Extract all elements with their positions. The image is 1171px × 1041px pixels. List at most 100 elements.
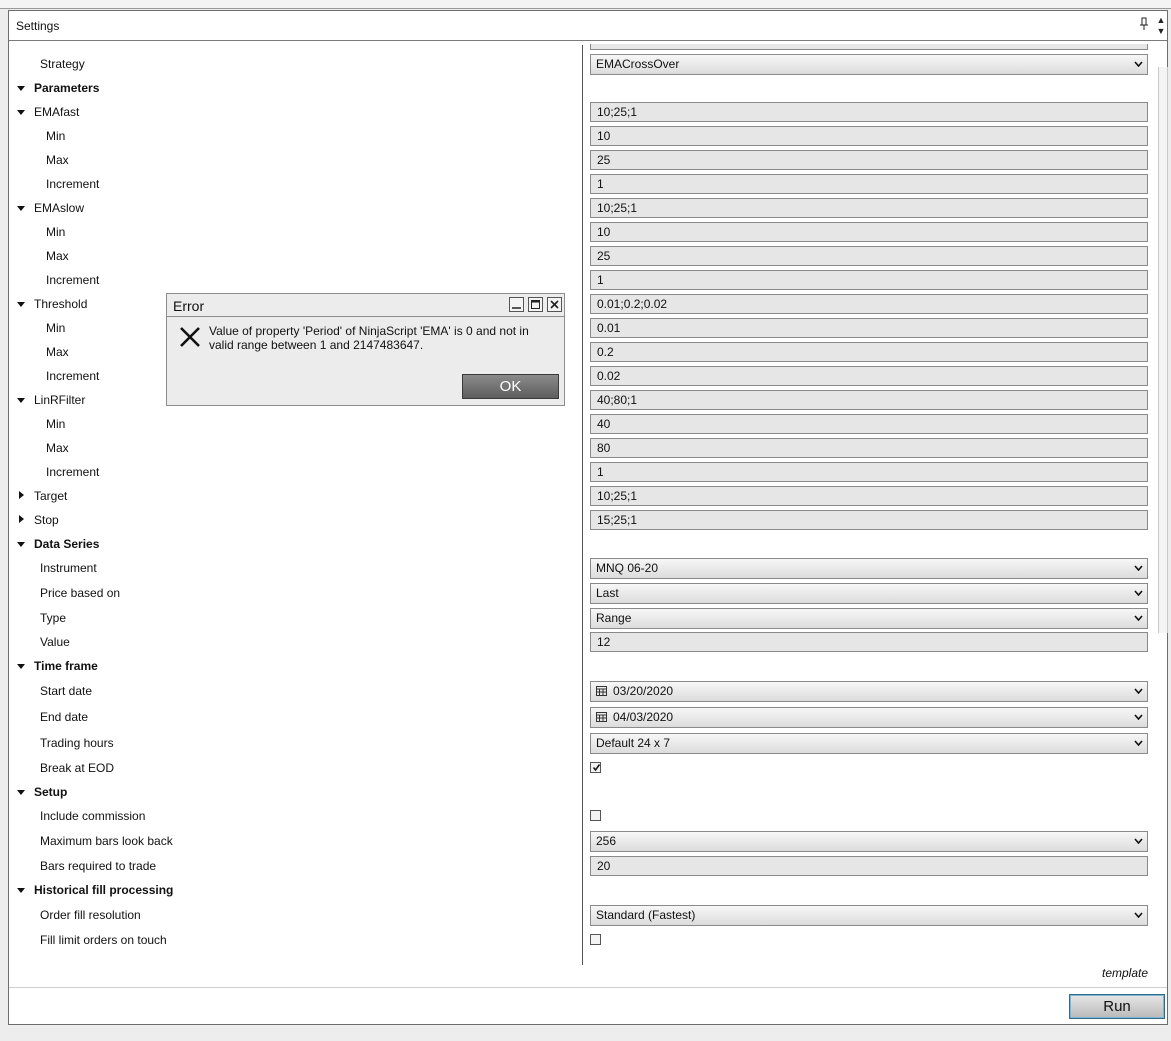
emaslow-min-field[interactable]: 10 [590, 222, 1148, 242]
minimize-button[interactable] [509, 297, 524, 312]
category-time-frame: Time frame [34, 659, 98, 673]
linrfilter-field[interactable]: 40;80;1 [590, 390, 1148, 410]
vertical-scrollbar[interactable] [1158, 67, 1168, 633]
linrfilter-max-field[interactable]: 80 [590, 438, 1148, 458]
type-value: Range [596, 611, 632, 625]
close-button[interactable] [547, 297, 562, 312]
threshold-field[interactable]: 0.01;0.2;0.02 [590, 294, 1148, 314]
partial-field-top [590, 44, 1148, 50]
type-label: Type [40, 611, 67, 625]
order-fill-resolution-value: Standard (Fastest) [596, 908, 696, 922]
bars-required-label: Bars required to trade [40, 859, 157, 873]
max-bars-look-back-select[interactable]: 256 [590, 831, 1148, 852]
bars-required-field[interactable]: 20 [590, 856, 1148, 876]
ok-button[interactable]: OK [462, 374, 559, 399]
linrfilter-label: LinRFilter [34, 393, 86, 407]
expand-historical-fill-icon[interactable] [17, 888, 25, 893]
price-based-on-label: Price based on [40, 586, 121, 600]
emaslow-increment-field[interactable]: 1 [590, 270, 1148, 290]
panel-header: Settings ▲ ▼ [9, 11, 1167, 41]
template-link[interactable]: template [1102, 966, 1148, 980]
emafast-min-field[interactable]: 10 [590, 126, 1148, 146]
emaslow-increment-label: Increment [46, 273, 100, 287]
emaslow-field[interactable]: 10;25;1 [590, 198, 1148, 218]
value-field[interactable]: 12 [590, 632, 1148, 652]
chevron-down-icon [1134, 615, 1143, 621]
emafast-max-field[interactable]: 25 [590, 150, 1148, 170]
emaslow-min-label: Min [46, 225, 66, 239]
footer-divider [9, 987, 1167, 988]
category-historical-fill: Historical fill processing [34, 883, 174, 897]
end-date-picker[interactable]: 04/03/2020 [590, 707, 1148, 728]
end-date-value: 04/03/2020 [613, 710, 674, 724]
linrfilter-max-label: Max [46, 441, 69, 455]
maximize-icon [531, 300, 540, 309]
break-at-eod-checkbox[interactable] [590, 762, 601, 773]
threshold-max-label: Max [46, 345, 69, 359]
run-button[interactable]: Run [1069, 994, 1165, 1019]
column-divider[interactable] [582, 45, 583, 965]
fill-limit-orders-label: Fill limit orders on touch [40, 933, 167, 947]
emafast-field[interactable]: 10;25;1 [590, 102, 1148, 122]
max-bars-look-back-value: 256 [596, 834, 617, 848]
strategy-value: EMACrossOver [596, 57, 680, 71]
category-setup: Setup [34, 785, 68, 799]
chevron-down-icon [1134, 740, 1143, 746]
emafast-label: EMAfast [34, 105, 80, 119]
chevron-down-icon [1134, 61, 1143, 67]
expand-setup-icon[interactable] [17, 790, 25, 795]
price-based-on-value: Last [596, 586, 619, 600]
linrfilter-increment-field[interactable]: 1 [590, 462, 1148, 482]
emaslow-max-label: Max [46, 249, 69, 263]
expand-emaslow-icon[interactable] [17, 206, 25, 211]
include-commission-label: Include commission [40, 809, 146, 823]
expand-target-icon[interactable] [19, 491, 24, 499]
expand-linrfilter-icon[interactable] [17, 398, 25, 403]
category-parameters: Parameters [34, 81, 100, 95]
expand-data-series-icon[interactable] [17, 542, 25, 547]
emafast-max-label: Max [46, 153, 69, 167]
break-at-eod-label: Break at EOD [40, 761, 115, 775]
value-label: Value [40, 635, 70, 649]
threshold-label: Threshold [34, 297, 88, 311]
type-select[interactable]: Range [590, 608, 1148, 629]
threshold-increment-field[interactable]: 0.02 [590, 366, 1148, 386]
close-icon [550, 300, 559, 309]
stop-field[interactable]: 15;25;1 [590, 510, 1148, 530]
target-label: Target [34, 489, 68, 503]
pin-icon[interactable] [1139, 17, 1149, 31]
include-commission-checkbox[interactable] [590, 810, 601, 821]
error-dialog-divider [167, 316, 564, 317]
emaslow-max-field[interactable]: 25 [590, 246, 1148, 266]
emafast-min-label: Min [46, 129, 66, 143]
order-fill-resolution-label: Order fill resolution [40, 908, 141, 922]
price-based-on-select[interactable]: Last [590, 583, 1148, 604]
strategy-select[interactable]: EMACrossOver [590, 54, 1148, 75]
panel-scroll-arrows[interactable]: ▲ ▼ [1154, 15, 1168, 41]
expand-time-frame-icon[interactable] [17, 664, 25, 669]
fill-limit-orders-checkbox[interactable] [590, 934, 601, 945]
instrument-label: Instrument [40, 561, 97, 575]
instrument-value: MNQ 06-20 [596, 561, 659, 575]
trading-hours-select[interactable]: Default 24 x 7 [590, 733, 1148, 754]
start-date-label: Start date [40, 684, 93, 698]
error-message: Value of property 'Period' of NinjaScrip… [209, 324, 529, 352]
expand-stop-icon[interactable] [19, 515, 24, 523]
start-date-picker[interactable]: 03/20/2020 [590, 681, 1148, 702]
expand-threshold-icon[interactable] [17, 302, 25, 307]
target-field[interactable]: 10;25;1 [590, 486, 1148, 506]
stop-label: Stop [34, 513, 59, 527]
panel-title: Settings [16, 19, 60, 33]
expand-emafast-icon[interactable] [17, 110, 25, 115]
emafast-increment-field[interactable]: 1 [590, 174, 1148, 194]
maximize-button[interactable] [528, 297, 543, 312]
threshold-min-field[interactable]: 0.01 [590, 318, 1148, 338]
category-data-series: Data Series [34, 537, 100, 551]
expand-parameters-icon[interactable] [17, 86, 25, 91]
order-fill-resolution-select[interactable]: Standard (Fastest) [590, 905, 1148, 926]
instrument-select[interactable]: MNQ 06-20 [590, 558, 1148, 579]
threshold-increment-label: Increment [46, 369, 100, 383]
threshold-max-field[interactable]: 0.2 [590, 342, 1148, 362]
error-dialog-title: Error [173, 298, 205, 314]
linrfilter-min-field[interactable]: 40 [590, 414, 1148, 434]
